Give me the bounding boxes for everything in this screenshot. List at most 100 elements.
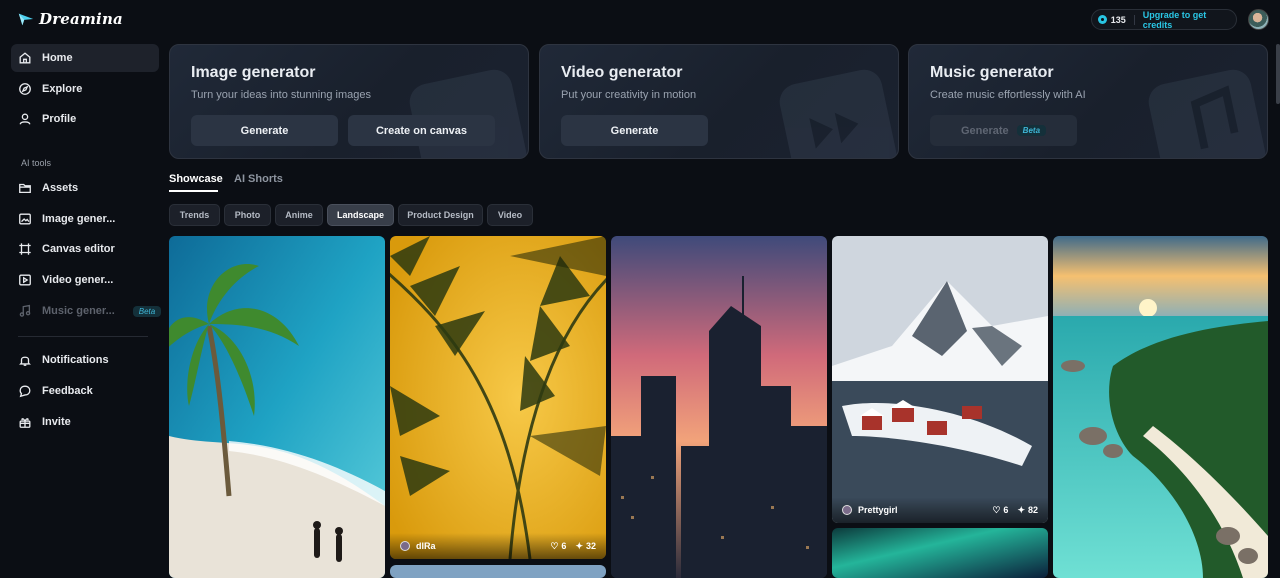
compass-icon: [18, 82, 32, 96]
gallery-item-tropical-island[interactable]: [1053, 236, 1268, 578]
image-generator-card: Image generator Turn your ideas into stu…: [169, 44, 529, 159]
folder-icon: [18, 181, 32, 195]
card-title: Music generator: [930, 64, 1054, 81]
gift-icon: [18, 415, 32, 429]
music-decoration-icon: [1148, 69, 1266, 158]
sidebar-item-music-generator[interactable]: Music gener... Beta: [11, 297, 162, 325]
sidebar-item-label: Assets: [42, 182, 79, 194]
video-icon: [18, 273, 32, 287]
sidebar-item-label: Video gener...: [42, 274, 114, 286]
likes-stat[interactable]: ♡ 6: [550, 541, 566, 552]
credits-pill[interactable]: 135 Upgrade to get credits: [1091, 9, 1237, 30]
sidebar-item-home[interactable]: Home: [11, 44, 159, 72]
sidebar-item-notifications[interactable]: Notifications: [11, 346, 159, 374]
avatar[interactable]: [1248, 9, 1269, 30]
sidebar: Dreamina Home Explore Profile AI tools A…: [0, 0, 162, 578]
beta-badge: Beta: [132, 305, 162, 317]
tropical-island-image: [1053, 236, 1268, 578]
chip-trends[interactable]: Trends: [169, 204, 220, 226]
home-icon: [18, 51, 32, 65]
sidebar-item-label: Explore: [42, 83, 83, 95]
sidebar-item-label: Invite: [42, 416, 71, 428]
sidebar-item-assets[interactable]: Assets: [11, 174, 159, 202]
uses-stat[interactable]: ✦ 32: [575, 541, 596, 552]
sidebar-item-profile[interactable]: Profile: [11, 105, 159, 133]
beta-badge: Beta: [1016, 125, 1047, 136]
tile-meta: dlRa ♡ 6 ✦ 32: [390, 533, 606, 559]
next-image: [390, 565, 606, 578]
city-sunset-image: [611, 236, 827, 578]
gallery-item-palm-shadow[interactable]: dlRa ♡ 6 ✦ 32: [390, 236, 606, 559]
sidebar-divider: [18, 336, 148, 337]
chip-landscape[interactable]: Landscape: [327, 204, 394, 226]
author-avatar: [400, 541, 410, 551]
sparkle-icon: ✦: [1017, 504, 1025, 515]
user-icon: [18, 112, 32, 126]
tab-showcase[interactable]: Showcase: [169, 173, 223, 185]
credits-icon: [1098, 15, 1107, 24]
palm-shadow-image: [390, 236, 606, 559]
likes-count: 6: [561, 541, 567, 551]
sidebar-item-label: Profile: [42, 113, 77, 125]
video-generator-card: Video generator Put your creativity in m…: [539, 44, 899, 159]
gallery-item-city-sunset[interactable]: [611, 236, 827, 578]
button-label: Generate: [960, 124, 1009, 137]
sidebar-item-canvas-editor[interactable]: Canvas editor: [11, 235, 159, 263]
chip-photo[interactable]: Photo: [224, 204, 271, 226]
gallery-item-next[interactable]: [390, 565, 606, 578]
credit-count: 135: [1110, 14, 1126, 25]
sidebar-item-label: Music gener...: [42, 305, 115, 317]
dreamina-logo[interactable]: Dreamina: [17, 8, 123, 30]
image-generate-button[interactable]: Generate: [191, 115, 338, 146]
upgrade-link[interactable]: Upgrade to get credits: [1143, 10, 1236, 30]
sidebar-item-label: Image gener...: [42, 213, 116, 225]
active-tab-indicator: [169, 190, 218, 192]
author-avatar: [842, 505, 852, 515]
pill-divider: [1133, 14, 1135, 25]
sidebar-item-explore[interactable]: Explore: [11, 75, 159, 103]
sidebar-item-image-generator[interactable]: Image gener...: [11, 205, 159, 233]
bell-icon: [18, 353, 32, 367]
gallery-item-palm-beach[interactable]: [169, 236, 385, 578]
create-on-canvas-button[interactable]: Create on canvas: [348, 115, 495, 146]
gallery-item-snowy-village[interactable]: Prettygirl ♡ 6 ✦ 82: [832, 236, 1048, 523]
snowy-village-image: [832, 236, 1048, 523]
music-generator-card: Music generator Create music effortlessl…: [908, 44, 1268, 159]
dreamina-logo-icon: [18, 13, 34, 26]
likes-count: 6: [1003, 505, 1009, 515]
sidebar-item-label: Canvas editor: [42, 243, 115, 255]
author-name[interactable]: Prettygirl: [858, 505, 983, 515]
card-title: Video generator: [561, 64, 683, 81]
uses-count: 32: [585, 541, 596, 551]
chip-product-design[interactable]: Product Design: [398, 204, 483, 226]
uses-count: 82: [1027, 505, 1038, 515]
sparkle-icon: ✦: [575, 540, 583, 551]
music-icon: [18, 304, 32, 318]
brand-name: Dreamina: [39, 10, 123, 28]
card-description: Put your creativity in motion: [561, 89, 697, 101]
likes-stat[interactable]: ♡ 6: [992, 505, 1008, 516]
card-title: Image generator: [191, 64, 316, 81]
palm-beach-image: [169, 236, 385, 578]
scrollbar[interactable]: [1276, 44, 1280, 104]
sidebar-item-invite[interactable]: Invite: [11, 408, 159, 436]
video-decoration-icon: [779, 69, 897, 158]
ai-tools-heading: AI tools: [21, 158, 52, 168]
chip-anime[interactable]: Anime: [275, 204, 323, 226]
card-description: Create music effortlessly with AI: [930, 89, 1086, 101]
gallery-item-aurora[interactable]: [832, 528, 1048, 578]
chip-video[interactable]: Video: [487, 204, 533, 226]
music-generate-button[interactable]: Generate Beta: [930, 115, 1077, 146]
tile-meta: Prettygirl ♡ 6 ✦ 82: [832, 497, 1048, 523]
image-icon: [18, 212, 32, 226]
card-description: Turn your ideas into stunning images: [191, 89, 371, 101]
uses-stat[interactable]: ✦ 82: [1017, 505, 1038, 516]
author-name[interactable]: dlRa: [416, 541, 541, 551]
aurora-image: [832, 528, 1048, 578]
sidebar-item-label: Home: [42, 52, 73, 64]
sidebar-item-feedback[interactable]: Feedback: [11, 377, 159, 405]
tab-ai-shorts[interactable]: AI Shorts: [234, 173, 283, 185]
sidebar-item-video-generator[interactable]: Video gener...: [11, 266, 159, 294]
sidebar-item-label: Notifications: [42, 354, 109, 366]
video-generate-button[interactable]: Generate: [561, 115, 708, 146]
